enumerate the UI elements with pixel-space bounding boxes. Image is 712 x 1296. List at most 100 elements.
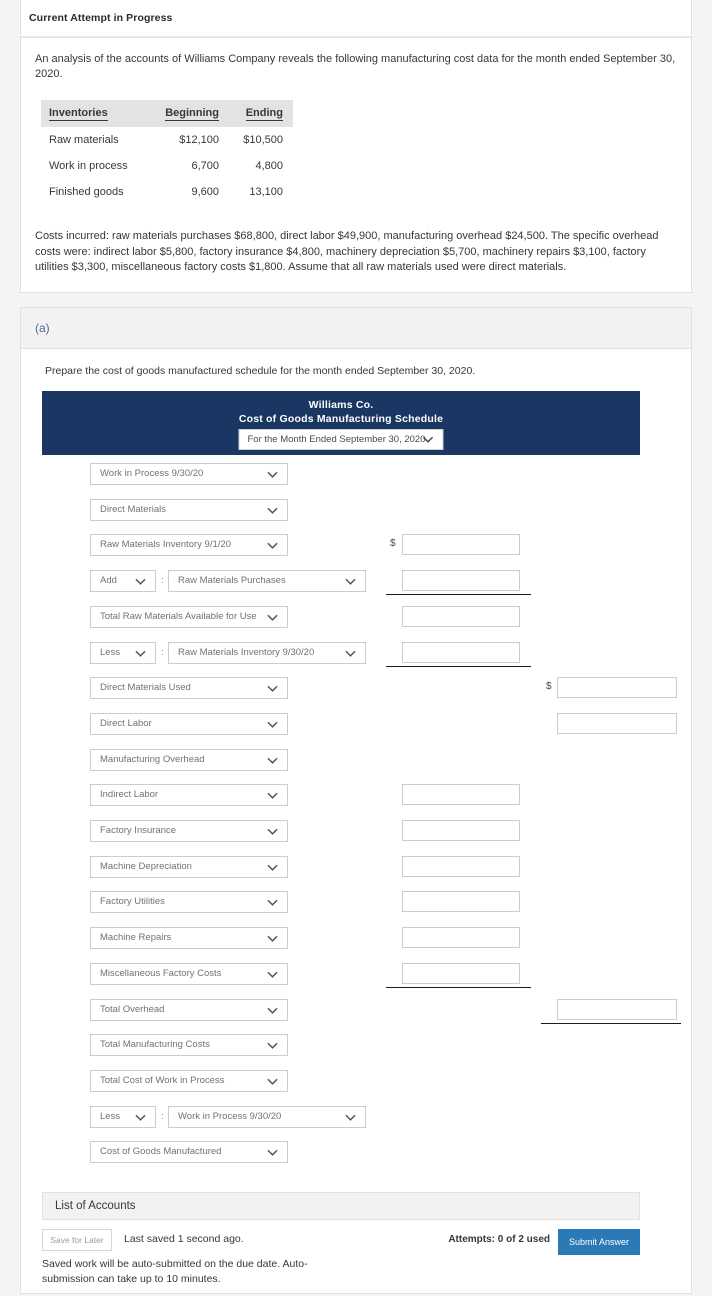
- schedule-row: Add: Raw Materials Purchases: [35, 569, 677, 596]
- row-colon: :: [161, 574, 164, 586]
- row-prefix-value: Less: [100, 647, 121, 658]
- row-account-select[interactable]: Manufacturing Overhead: [90, 748, 288, 771]
- amount-input[interactable]: [557, 998, 677, 1020]
- chevron-down-icon: [267, 826, 278, 837]
- list-of-accounts-bar[interactable]: List of Accounts: [42, 1191, 640, 1220]
- answer-card: Prepare the cost of goods manufactured s…: [20, 348, 692, 1294]
- row-account-select[interactable]: Direct Labor: [90, 712, 288, 735]
- row-account-value: Total Cost of Work in Process: [100, 1075, 225, 1086]
- row-account-value: Machine Depreciation: [100, 861, 192, 872]
- column-header-ending: Ending: [245, 107, 283, 121]
- row-prefix-select[interactable]: Less: [90, 1105, 156, 1128]
- subtotal-rule: [386, 593, 531, 595]
- amount-input[interactable]: [402, 783, 520, 805]
- row-prefix-select[interactable]: Less: [90, 641, 156, 664]
- schedule-row: Work in Process 9/30/20: [35, 462, 677, 489]
- table-header-row: Inventories Beginning Ending: [41, 100, 293, 127]
- row-prefix-value: Add: [100, 575, 117, 586]
- save-for-later-button[interactable]: Save for Later: [42, 1228, 112, 1251]
- row-account-select[interactable]: Factory Insurance: [90, 819, 288, 842]
- amount-input[interactable]: [402, 926, 520, 948]
- row-beginning-value: 9,600: [191, 186, 219, 198]
- row-account-select[interactable]: Raw Materials Purchases: [168, 569, 366, 592]
- row-account-select[interactable]: Machine Repairs: [90, 926, 288, 949]
- chevron-down-icon: [422, 434, 434, 445]
- row-account-select[interactable]: Total Raw Materials Available for Use: [90, 605, 288, 628]
- row-account-value: Total Raw Materials Available for Use: [100, 611, 257, 622]
- schedule-row: Less: Raw Materials Inventory 9/30/20: [35, 641, 677, 668]
- row-account-value: Work in Process 9/30/20: [100, 468, 204, 479]
- row-account-select[interactable]: Direct Materials Used: [90, 676, 288, 699]
- row-colon: :: [161, 646, 164, 658]
- row-account-select[interactable]: Factory Utilities: [90, 890, 288, 913]
- schedule-row: Cost of Goods Manufactured: [35, 1140, 677, 1167]
- amount-input[interactable]: [402, 641, 520, 663]
- schedule-company-name: Williams Co.: [308, 398, 374, 411]
- chevron-down-icon: [345, 1112, 356, 1123]
- costs-incurred-text: Costs incurred: raw materials purchases …: [35, 230, 659, 273]
- amount-input[interactable]: [557, 712, 677, 734]
- schedule-row: Manufacturing Overhead: [35, 748, 677, 775]
- schedule-row: Direct Labor: [35, 712, 677, 739]
- chevron-down-icon: [345, 576, 356, 587]
- amount-input[interactable]: [402, 533, 520, 555]
- amount-input[interactable]: [402, 962, 520, 984]
- row-account-value: Indirect Labor: [100, 789, 159, 800]
- amount-input[interactable]: [402, 855, 520, 877]
- amount-input[interactable]: [402, 890, 520, 912]
- submit-answer-button[interactable]: Submit Answer: [558, 1228, 640, 1255]
- row-account-value: Total Overhead: [100, 1004, 165, 1015]
- row-account-select[interactable]: Total Manufacturing Costs: [90, 1033, 288, 1056]
- row-account-value: Miscellaneous Factory Costs: [100, 968, 222, 979]
- chevron-down-icon: [267, 540, 278, 551]
- chevron-down-icon: [267, 505, 278, 516]
- row-account-select[interactable]: Machine Depreciation: [90, 855, 288, 878]
- row-account-select[interactable]: Total Cost of Work in Process: [90, 1069, 288, 1092]
- subtotal-rule: [386, 986, 531, 988]
- schedule-row: Indirect Labor: [35, 783, 677, 810]
- schedule-row: Less: Work in Process 9/30/20: [35, 1105, 677, 1132]
- row-label: Work in process: [49, 160, 128, 172]
- amount-input[interactable]: [402, 819, 520, 841]
- row-prefix-select[interactable]: Add: [90, 569, 156, 592]
- chevron-down-icon: [267, 862, 278, 873]
- row-account-value: Total Manufacturing Costs: [100, 1039, 210, 1050]
- row-account-select[interactable]: Raw Materials Inventory 9/30/20: [168, 641, 366, 664]
- amount-input[interactable]: [402, 569, 520, 591]
- problem-statement-card: An analysis of the accounts of Williams …: [20, 37, 692, 293]
- schedule-row: Direct Materials: [35, 498, 677, 525]
- chevron-down-icon: [267, 1147, 278, 1158]
- row-account-select[interactable]: Total Overhead: [90, 998, 288, 1021]
- row-account-select[interactable]: Direct Materials: [90, 498, 288, 521]
- chevron-down-icon: [135, 1112, 146, 1123]
- row-account-select[interactable]: Work in Process 9/30/20: [90, 462, 288, 485]
- row-account-select[interactable]: Cost of Goods Manufactured: [90, 1140, 288, 1163]
- chevron-down-icon: [345, 648, 356, 659]
- row-account-select[interactable]: Indirect Labor: [90, 783, 288, 806]
- row-account-value: Work in Process 9/30/20: [178, 1111, 282, 1122]
- chevron-down-icon: [267, 1076, 278, 1087]
- column-header-beginning: Beginning: [165, 107, 219, 121]
- currency-symbol: $: [390, 537, 396, 549]
- period-select[interactable]: For the Month Ended September 30, 2020: [238, 428, 444, 450]
- amount-input[interactable]: [402, 605, 520, 627]
- amount-input[interactable]: [557, 676, 677, 698]
- table-row: Finished goods 9,600 13,100: [41, 179, 293, 205]
- row-account-value: Raw Materials Inventory 9/1/20: [100, 539, 231, 550]
- schedule-row: Direct Materials Used $: [35, 676, 677, 703]
- row-account-select[interactable]: Raw Materials Inventory 9/1/20: [90, 533, 288, 556]
- row-account-select[interactable]: Work in Process 9/30/20: [168, 1105, 366, 1128]
- schedule-rows: Work in Process 9/30/20 Direct Materials R…: [35, 462, 681, 1170]
- schedule-title: Cost of Goods Manufacturing Schedule: [238, 412, 444, 425]
- schedule-row: Total Overhead: [35, 998, 677, 1025]
- schedule-row: Miscellaneous Factory Costs: [35, 962, 677, 989]
- list-of-accounts-label: List of Accounts: [55, 1199, 136, 1212]
- row-account-select[interactable]: Miscellaneous Factory Costs: [90, 962, 288, 985]
- part-a-header: (a): [20, 306, 692, 349]
- row-prefix-value: Less: [100, 1111, 121, 1122]
- row-ending-value: 4,800: [255, 160, 283, 172]
- problem-intro-text: An analysis of the accounts of Williams …: [35, 53, 676, 80]
- table-row: Work in process 6,700 4,800: [41, 153, 293, 179]
- period-select-value: For the Month Ended September 30, 2020: [247, 433, 426, 445]
- chevron-down-icon: [267, 469, 278, 480]
